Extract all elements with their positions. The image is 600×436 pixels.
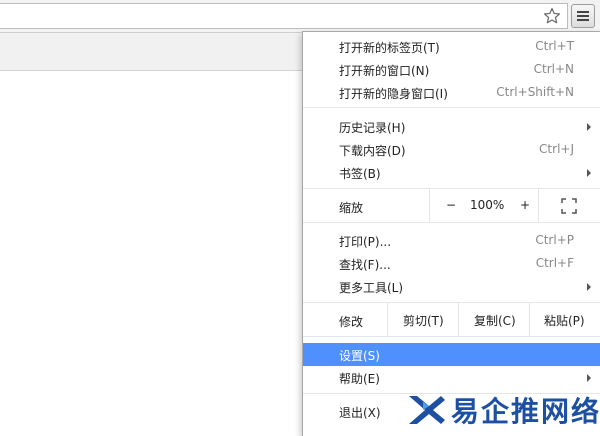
menu-item-more-tools[interactable]: 更多工具(L) bbox=[303, 275, 600, 298]
menu-separator bbox=[303, 222, 600, 223]
menu-item-find[interactable]: 查找(F)... Ctrl+F bbox=[303, 252, 600, 275]
zoom-controls: − 100% + bbox=[429, 189, 539, 222]
submenu-arrow-icon bbox=[587, 169, 591, 177]
menu-item-bookmarks[interactable]: 书签(B) bbox=[303, 161, 600, 184]
omnibox-bar bbox=[0, 0, 600, 33]
fullscreen-icon[interactable] bbox=[561, 198, 577, 217]
menu-item-downloads[interactable]: 下载内容(D) Ctrl+J bbox=[303, 138, 600, 161]
zoom-level: 100% bbox=[470, 198, 505, 212]
copy-button[interactable]: 复制(C) bbox=[458, 303, 529, 336]
menu-separator bbox=[303, 107, 600, 108]
cut-button[interactable]: 剪切(T) bbox=[387, 303, 458, 336]
menu-item-new-tab[interactable]: 打开新的标签页(T) Ctrl+T bbox=[303, 35, 600, 58]
chrome-main-menu: 打开新的标签页(T) Ctrl+T 打开新的窗口(N) Ctrl+N 打开新的隐… bbox=[302, 31, 600, 436]
paste-button[interactable]: 粘贴(P) bbox=[529, 303, 600, 336]
menu-item-new-incognito[interactable]: 打开新的隐身窗口(I) Ctrl+Shift+N bbox=[303, 81, 600, 104]
menu-separator bbox=[303, 336, 600, 337]
submenu-arrow-icon bbox=[587, 283, 591, 291]
submenu-arrow-icon bbox=[587, 374, 591, 382]
star-outline-icon[interactable] bbox=[541, 5, 563, 27]
watermark-text: 易企推网络 bbox=[451, 395, 600, 428]
zoom-row: 缩放 − 100% + bbox=[303, 189, 600, 222]
watermark-logo: 易企推网络 bbox=[405, 390, 600, 430]
menu-item-history[interactable]: 历史记录(H) bbox=[303, 115, 600, 138]
menu-item-new-window[interactable]: 打开新的窗口(N) Ctrl+N bbox=[303, 58, 600, 81]
edit-label: 修改 bbox=[339, 315, 364, 329]
menu-item-settings[interactable]: 设置(S) bbox=[303, 343, 600, 366]
edit-row: 修改 剪切(T) 复制(C) 粘贴(P) bbox=[303, 303, 600, 336]
address-bar-input[interactable] bbox=[0, 3, 568, 29]
hamburger-menu-icon[interactable] bbox=[571, 4, 595, 28]
zoom-out-button[interactable]: − bbox=[446, 198, 456, 212]
menu-item-print[interactable]: 打印(P)... Ctrl+P bbox=[303, 229, 600, 252]
logo-mark-icon bbox=[409, 396, 445, 424]
menu-item-help[interactable]: 帮助(E) bbox=[303, 366, 600, 389]
zoom-label: 缩放 bbox=[339, 201, 364, 215]
submenu-arrow-icon bbox=[587, 123, 591, 131]
zoom-in-button[interactable]: + bbox=[520, 198, 530, 212]
